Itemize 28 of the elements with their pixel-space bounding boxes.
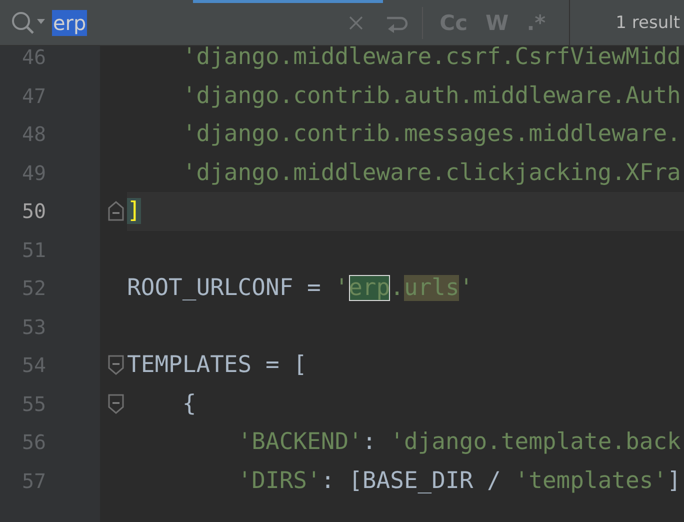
- string-literal: ': [334, 275, 349, 302]
- string-literal: 'django.contrib.messages.middleware.: [181, 121, 681, 148]
- code-text: ROOT_URLCONF =: [127, 275, 322, 302]
- string-literal: 'django.middleware.clickjacking.XFra: [181, 160, 681, 186]
- search-icon[interactable]: [10, 10, 48, 36]
- fold-collapse-icon[interactable]: [107, 392, 125, 416]
- search-field[interactable]: erp: [52, 8, 338, 38]
- code-text: {: [181, 390, 196, 417]
- search-option-toggle[interactable]: .*: [518, 10, 555, 34]
- fold-collapse-icon[interactable]: [107, 353, 125, 378]
- matched-bracket: ]: [127, 198, 141, 224]
- string-literal: 'DIRS': [236, 468, 321, 494]
- line-number: 50: [22, 199, 46, 224]
- result-count: 1 result: [616, 12, 680, 32]
- string-literal: 'django.middleware.csrf.CsrfViewMidd: [181, 44, 681, 70]
- string-literal: 'django.template.back: [390, 429, 681, 456]
- string-literal: .: [390, 275, 404, 302]
- code-text: : [BASE_DIR /: [320, 468, 502, 494]
- clear-icon[interactable]: [348, 14, 364, 30]
- string-literal: 'templates': [514, 468, 668, 494]
- code-text: ]: [667, 468, 681, 494]
- string-literal: ': [459, 275, 474, 302]
- code-text: TEMPLATES = [: [127, 352, 308, 378]
- search-match: erp: [348, 275, 390, 302]
- string-literal: 'BACKEND': [236, 429, 362, 456]
- code-text: :: [362, 429, 378, 456]
- string-literal: 'django.contrib.auth.middleware.Auth: [181, 82, 681, 109]
- fold-end-icon[interactable]: [107, 199, 125, 224]
